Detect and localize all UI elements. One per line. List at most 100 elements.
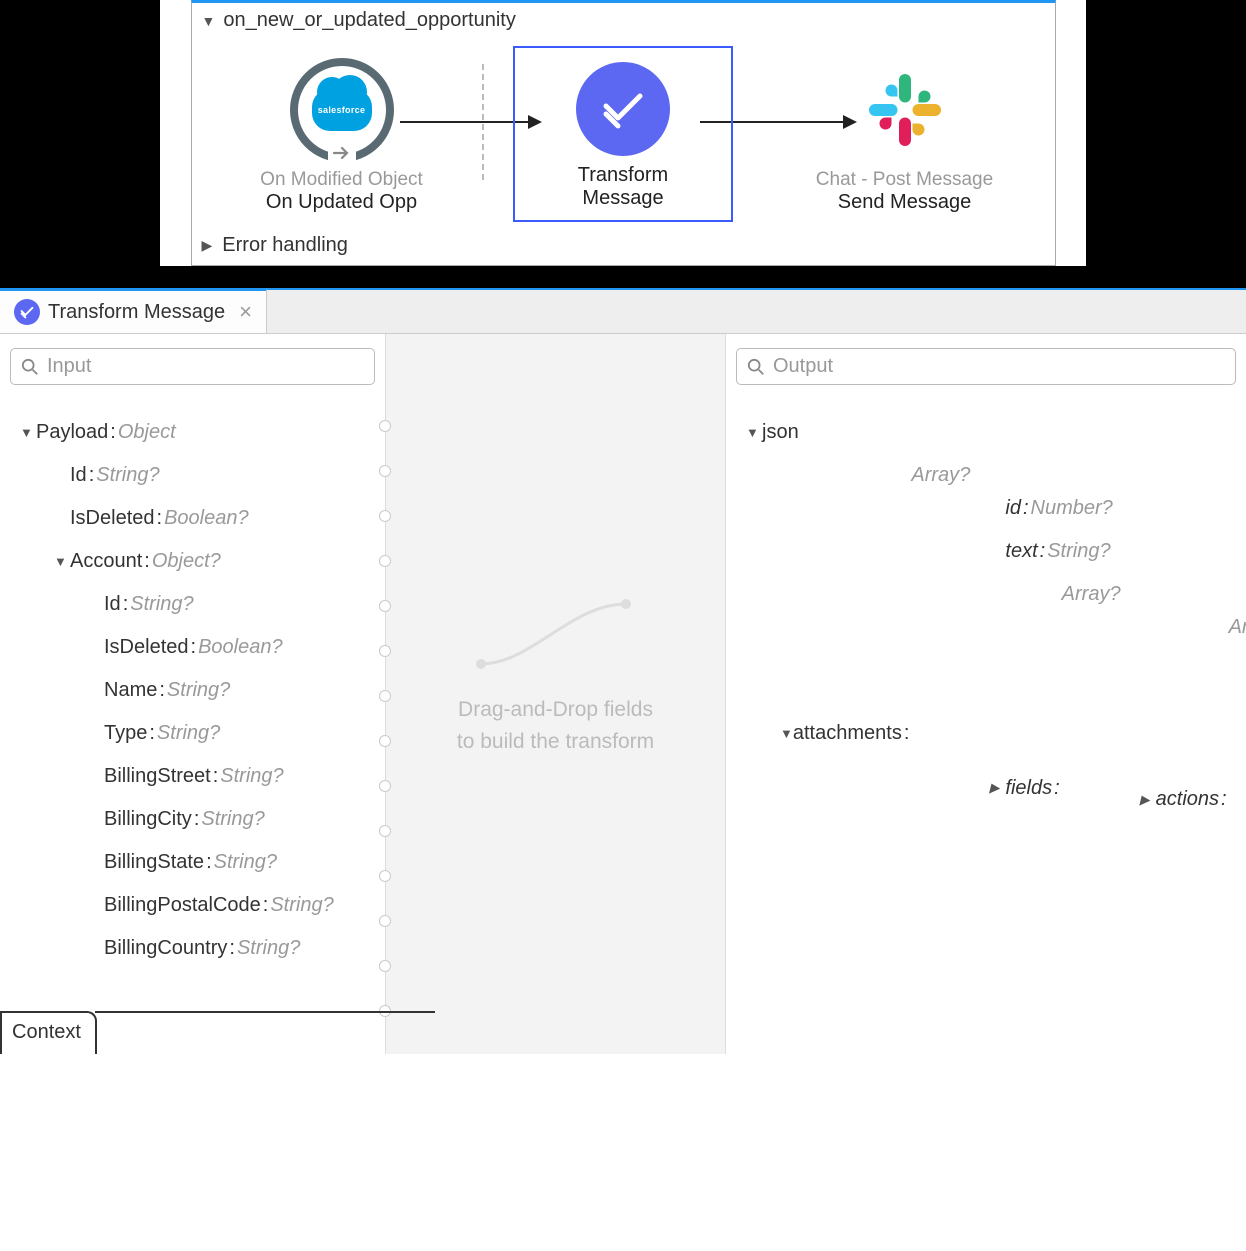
- toggle-icon[interactable]: ▶: [989, 780, 1005, 796]
- field-name: actions: [1156, 788, 1219, 811]
- toggle-icon[interactable]: ▼: [746, 425, 762, 440]
- field-type: String?: [167, 679, 230, 702]
- tree-row[interactable]: Id : String?: [10, 454, 375, 497]
- node-name-label2: Message: [582, 187, 663, 210]
- tree-row[interactable]: text : String?: [1229, 725, 1246, 768]
- toggle-icon[interactable]: ▼: [780, 726, 793, 741]
- field-type: String?: [214, 851, 277, 874]
- tree-row[interactable]: ▶fields : Array?▶actions : Array?fallbac…: [911, 573, 1246, 1003]
- refresh-arrow-icon: [332, 143, 352, 163]
- connector-dot[interactable]: [379, 465, 391, 477]
- connector-dot[interactable]: [379, 600, 391, 612]
- connector-dot[interactable]: [379, 690, 391, 702]
- toggle-icon[interactable]: ▶: [1140, 792, 1156, 808]
- connector-dot[interactable]: [379, 915, 391, 927]
- mapping-curve-placeholder: [471, 594, 641, 674]
- field-name: Account: [70, 550, 142, 573]
- field-type: Array?fallback : String?subtype : String…: [1229, 616, 1246, 983]
- node-type-label: Chat - Post Message: [816, 169, 993, 191]
- input-panel: ▼Payload : ObjectId : String?IsDeleted :…: [0, 334, 385, 1054]
- search-icon: [747, 358, 765, 376]
- field-type: String?: [237, 937, 300, 960]
- field-type: Number?: [1031, 497, 1113, 520]
- field-name: BillingCountry: [104, 937, 227, 960]
- field-type: String?: [1047, 540, 1110, 563]
- tree-row[interactable]: BillingCity : String?: [10, 798, 375, 841]
- tree-row[interactable]: Name : String?: [10, 669, 375, 712]
- field-name: BillingPostalCode: [104, 894, 261, 917]
- field-type: Boolean?: [198, 636, 283, 659]
- error-handling-row[interactable]: ▶ Error handling: [192, 226, 1055, 265]
- connector-dot[interactable]: [379, 825, 391, 837]
- field-type: String?: [270, 894, 333, 917]
- close-icon[interactable]: ×: [239, 299, 252, 325]
- tree-row[interactable]: BillingStreet : String?: [10, 755, 375, 798]
- transform-icon: [576, 62, 670, 156]
- tree-row[interactable]: Id : String?: [10, 583, 375, 626]
- tree-row[interactable]: type : String?: [1229, 768, 1246, 811]
- tree-row[interactable]: BillingPostalCode : String?: [10, 884, 375, 927]
- tree-row[interactable]: IsDeleted : Boolean?: [10, 626, 375, 669]
- input-search-field[interactable]: [47, 355, 364, 378]
- connector-dot[interactable]: [379, 555, 391, 567]
- mapping-canvas[interactable]: Drag-and-Drop fields to build the transf…: [385, 334, 726, 1054]
- tab-transform-message[interactable]: Transform Message ×: [0, 288, 267, 334]
- field-name: Id: [104, 593, 121, 616]
- connector-dot[interactable]: [379, 780, 391, 792]
- node-slack-post[interactable]: Chat - Post Message Send Message: [795, 55, 1015, 214]
- slack-icon: [860, 55, 950, 165]
- connector-dot[interactable]: [379, 510, 391, 522]
- tree-row[interactable]: id : Number?: [911, 487, 1246, 530]
- tree-row[interactable]: user : String?: [1229, 811, 1246, 854]
- tree-row[interactable]: BillingState : String?: [10, 841, 375, 884]
- field-name: json: [762, 421, 799, 444]
- field-name: BillingCity: [104, 808, 192, 831]
- flow-title: on_new_or_updated_opportunity: [223, 9, 515, 32]
- context-tab[interactable]: Context: [0, 1011, 97, 1054]
- tree-row[interactable]: fallback : String?: [1229, 639, 1246, 682]
- tree-row[interactable]: username : String?: [1229, 940, 1246, 983]
- tree-row[interactable]: ts : String?: [1229, 897, 1246, 940]
- output-search[interactable]: [736, 348, 1236, 385]
- flow-title-row[interactable]: ▼ on_new_or_updated_opportunity: [192, 3, 1055, 36]
- input-search[interactable]: [10, 348, 375, 385]
- tree-row[interactable]: subtype : String?: [1229, 682, 1246, 725]
- error-handling-label: Error handling: [222, 234, 348, 257]
- node-type-label: On Modified Object: [260, 169, 423, 191]
- tree-row[interactable]: ▼attachments : Array?id : Number?text : …: [736, 454, 1236, 1013]
- field-type: String?: [130, 593, 193, 616]
- tree-row[interactable]: ▶actions : Array?fallback : String?subty…: [1062, 606, 1246, 993]
- field-type: Object: [118, 421, 176, 444]
- tree-row[interactable]: ▼json: [736, 411, 1236, 454]
- tree-row[interactable]: text : String?: [911, 530, 1246, 573]
- field-name: Payload: [36, 421, 108, 444]
- output-search-field[interactable]: [773, 355, 1225, 378]
- connector-dot[interactable]: [379, 870, 391, 882]
- connector-dot[interactable]: [379, 735, 391, 747]
- tree-row[interactable]: IsDeleted : Boolean?: [10, 497, 375, 540]
- search-icon: [21, 358, 39, 376]
- field-name: Name: [104, 679, 157, 702]
- salesforce-cloud-icon: salesforce: [312, 89, 372, 131]
- node-on-modified-object[interactable]: salesforce On Modified Object On Updated…: [232, 55, 452, 214]
- tree-row[interactable]: BillingCountry : String?: [10, 927, 375, 970]
- tree-row[interactable]: ▼Payload : Object: [10, 411, 375, 454]
- tree-row[interactable]: ▼Account : Object?: [10, 540, 375, 583]
- field-name: text: [1005, 540, 1037, 563]
- connector-dot[interactable]: [379, 420, 391, 432]
- node-name-label: Send Message: [838, 191, 971, 214]
- toggle-icon[interactable]: ▼: [20, 425, 36, 440]
- connector-dot[interactable]: [379, 960, 391, 972]
- tab-bar: Transform Message ×: [0, 288, 1246, 334]
- field-type: String?: [96, 464, 159, 487]
- flow-container: ▼ on_new_or_updated_opportunity salesfor…: [191, 0, 1056, 266]
- connector-dot[interactable]: [379, 645, 391, 657]
- field-type: String?: [220, 765, 283, 788]
- node-transform-message[interactable]: Transform Message: [513, 46, 733, 222]
- field-type: Boolean?: [164, 507, 249, 530]
- field-name: BillingStreet: [104, 765, 211, 788]
- tree-row[interactable]: Type : String?: [10, 712, 375, 755]
- tree-row[interactable]: bot_id : String?: [1229, 854, 1246, 897]
- toggle-icon[interactable]: ▼: [54, 554, 70, 569]
- field-name: BillingState: [104, 851, 204, 874]
